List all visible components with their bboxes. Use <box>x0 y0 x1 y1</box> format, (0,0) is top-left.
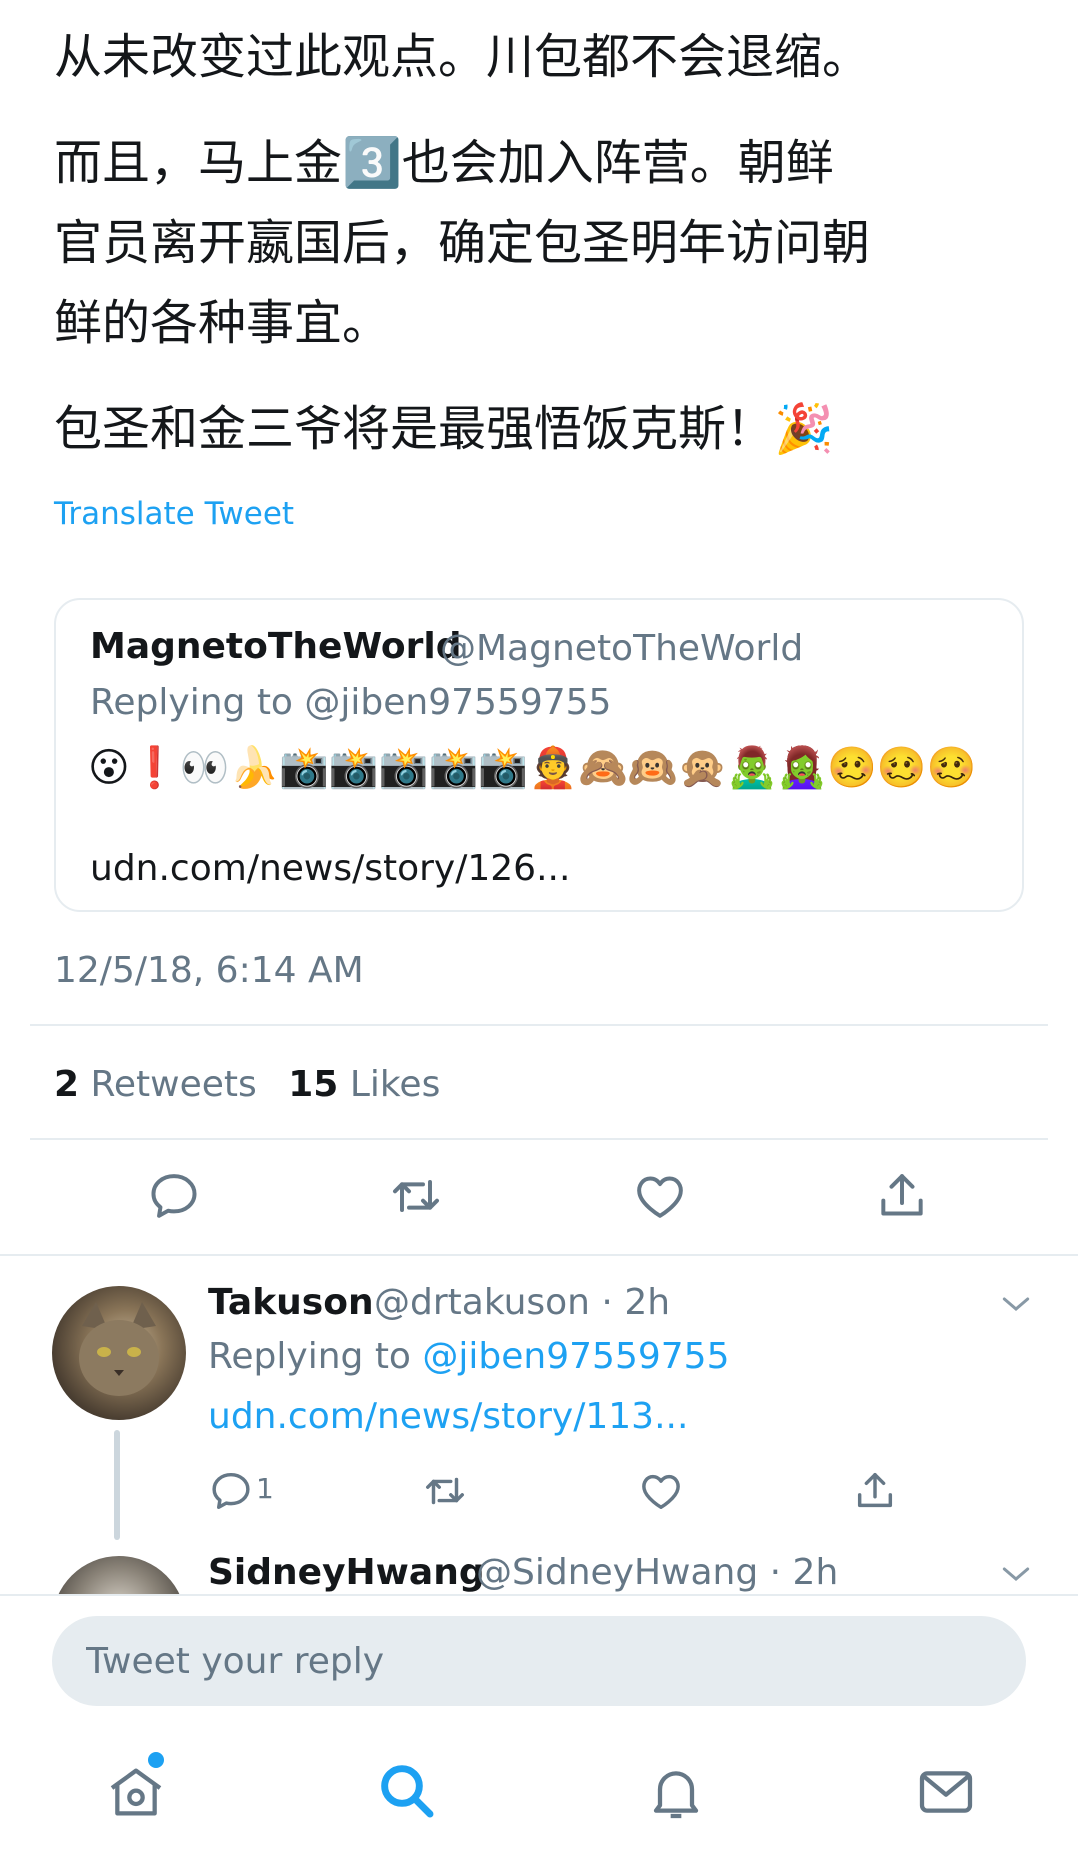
reply-author-handle-time: @drtakuson · 2h <box>374 1282 671 1323</box>
quoted-tweet-emoji-text: 😮❗👀🍌📸📸📸📸📸👲🙈🙉🙊🧟‍♂️🧟‍♀️🥴🥴🥴 <box>88 745 977 791</box>
avatar[interactable] <box>52 1286 186 1420</box>
tweet-text-line-1: 从未改变过此观点。川包都不会退缩。 <box>54 29 871 85</box>
heart-icon[interactable] <box>638 1468 684 1514</box>
thread-line <box>114 1430 120 1540</box>
reply-count: 1 <box>256 1472 274 1505</box>
chevron-down-icon[interactable] <box>996 1284 1036 1324</box>
retweets-count: 2 <box>54 1064 80 1105</box>
quoted-tweet-link[interactable]: udn.com/news/story/126... <box>90 848 570 889</box>
tweet-timestamp: 12/5/18, 6:14 AM <box>54 950 364 991</box>
quoted-tweet-author-name: MagnetoTheWorld <box>90 626 462 667</box>
quoted-tweet-card[interactable]: MagnetoTheWorld @MagnetoTheWorld Replyin… <box>54 598 1024 912</box>
divider <box>0 1594 1078 1596</box>
reply-replying-prefix: Replying to <box>208 1336 411 1377</box>
notifications-icon[interactable] <box>644 1760 708 1824</box>
reply-icon[interactable] <box>208 1468 254 1514</box>
reply-author-handle-time: @SidneyHwang · 2h <box>476 1552 839 1593</box>
heart-icon[interactable] <box>632 1168 688 1224</box>
retweets-label[interactable]: Retweets <box>91 1064 257 1105</box>
search-icon[interactable] <box>374 1758 438 1822</box>
retweet-icon[interactable] <box>388 1168 444 1224</box>
tweet-text-line-4: 鲜的各种事宜。 <box>54 295 391 351</box>
tweet-text-line-5: 包圣和金三爷将是最强悟饭克斯！🎉 <box>54 401 834 457</box>
quoted-tweet-replying-to: Replying to @jiben97559755 <box>90 682 612 723</box>
reply-author-name[interactable]: SidneyHwang <box>208 1552 485 1593</box>
share-icon[interactable] <box>874 1168 930 1224</box>
quoted-tweet-author-handle: @MagnetoTheWorld <box>440 628 804 669</box>
divider <box>30 1138 1048 1140</box>
reply-replying-to: Replying to @jiben97559755 <box>208 1336 729 1377</box>
messages-icon[interactable] <box>914 1760 978 1824</box>
reply-author-name[interactable]: Takuson <box>208 1282 374 1323</box>
retweet-icon[interactable] <box>422 1468 468 1514</box>
divider <box>30 1024 1048 1026</box>
reply-input[interactable] <box>52 1616 1026 1706</box>
translate-tweet-link[interactable]: Translate Tweet <box>54 496 294 532</box>
chevron-down-icon[interactable] <box>996 1554 1036 1594</box>
tweet-stats: 2 Retweets 15 Likes <box>54 1064 440 1105</box>
reply-link[interactable]: udn.com/news/story/113... <box>208 1396 688 1437</box>
tweet-text-line-2: 而且，马上金3️⃣也会加入阵营。朝鲜 <box>54 135 834 191</box>
reply-icon[interactable] <box>146 1168 202 1224</box>
divider <box>0 1254 1078 1256</box>
notification-dot <box>148 1752 164 1768</box>
tweet-text-line-3: 官员离开嬴国后，确定包圣明年访问朝 <box>54 215 871 271</box>
share-icon[interactable] <box>852 1468 898 1514</box>
home-icon[interactable] <box>104 1760 168 1824</box>
likes-count: 15 <box>288 1064 339 1105</box>
likes-label[interactable]: Likes <box>350 1064 441 1105</box>
reply-replying-handle[interactable]: @jiben97559755 <box>422 1336 729 1377</box>
